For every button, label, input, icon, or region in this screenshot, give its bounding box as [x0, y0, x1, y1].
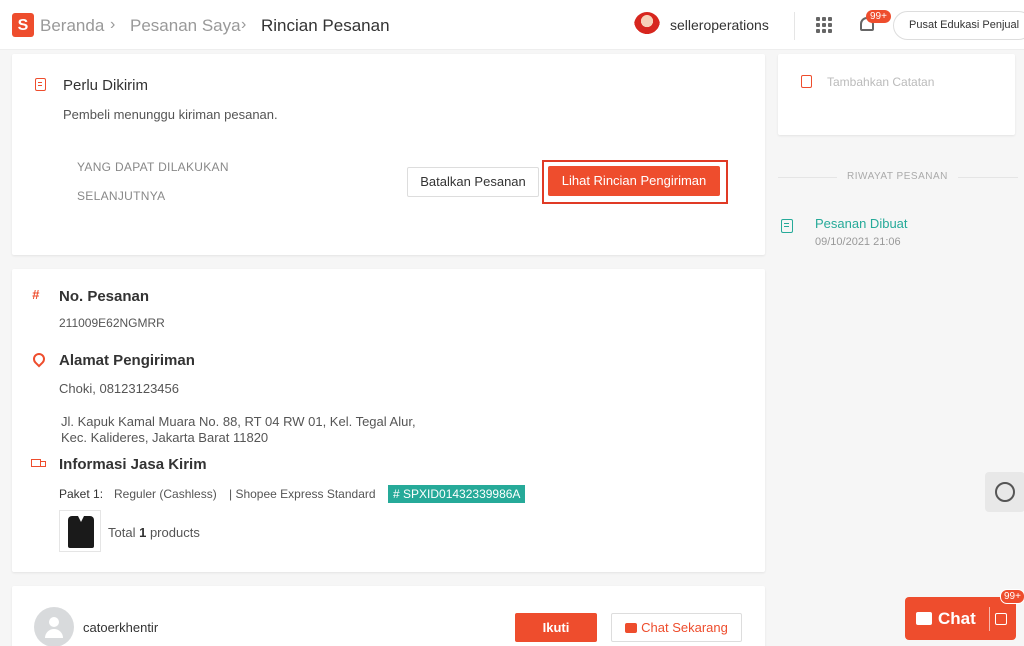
- order-history-title: RIWAYAT PESANAN: [837, 171, 958, 182]
- location-pin-icon: [30, 350, 48, 368]
- chat-label: Chat: [938, 609, 976, 628]
- avatar[interactable]: [634, 12, 660, 38]
- chat-now-button[interactable]: Chat Sekarang: [611, 613, 742, 642]
- truck-icon: [31, 459, 47, 469]
- breadcrumb-order-detail: Rincian Pesanan: [261, 16, 390, 35]
- address-line-2: Kec. Kalideres, Jakarta Barat 11820: [61, 430, 269, 445]
- total-products: Total 1 products: [108, 525, 200, 540]
- chat-icon: [625, 623, 638, 633]
- notification-badge: 99+: [866, 10, 891, 23]
- headset-icon: [995, 482, 1015, 502]
- add-note-card[interactable]: Tambahkan Catatan: [778, 54, 1015, 135]
- chat-bubble-icon: [916, 612, 932, 625]
- product-thumbnail[interactable]: [59, 510, 101, 552]
- tracking-number[interactable]: # SPXID01432339986A: [388, 485, 526, 503]
- order-number-title: No. Pesanan: [59, 288, 150, 305]
- next-actions-label-2: SELANJUTNYA: [77, 189, 166, 203]
- divider: [989, 607, 990, 631]
- address-title: Alamat Pengiriman: [59, 352, 195, 369]
- order-info-card: # No. Pesanan 211009E62NGMRR Alamat Peng…: [12, 269, 765, 572]
- breadcrumb-my-orders[interactable]: Pesanan Saya: [130, 16, 241, 36]
- account-username[interactable]: selleroperations: [670, 17, 769, 33]
- package-courier: | Shopee Express Standard: [229, 487, 376, 501]
- chat-widget-button[interactable]: Chat: [905, 597, 1016, 640]
- recipient-name-phone: Choki, 08123123456: [59, 381, 179, 396]
- order-status-card: Perlu Dikirim Pembeli menunggu kiriman p…: [12, 54, 765, 255]
- cancel-order-button[interactable]: Batalkan Pesanan: [407, 167, 539, 197]
- status-title: Perlu Dikirim: [63, 77, 149, 94]
- chat-badge: 99+: [1000, 589, 1024, 604]
- history-event: Pesanan Dibuat: [815, 216, 908, 231]
- package-label: Paket 1:: [59, 487, 104, 501]
- order-number-icon: #: [32, 287, 40, 302]
- chevron-right-icon: ›: [110, 16, 116, 33]
- expand-icon[interactable]: [995, 613, 1007, 625]
- clipboard-icon: [35, 78, 46, 91]
- chevron-right-icon: ›: [241, 16, 247, 33]
- status-subtitle: Pembeli menunggu kiriman pesanan.: [63, 107, 278, 122]
- shipping-info-title: Informasi Jasa Kirim: [59, 456, 207, 473]
- follow-button[interactable]: Ikuti: [515, 613, 597, 642]
- history-timestamp: 09/10/2021 21:06: [815, 236, 901, 248]
- apps-grid-icon[interactable]: [816, 17, 832, 33]
- buyer-card: catoerkhentir Ikuti Chat Sekarang: [12, 586, 765, 646]
- top-bar: S Beranda › Pesanan Saya › Rincian Pesan…: [0, 0, 1024, 50]
- buyer-avatar[interactable]: [34, 607, 74, 646]
- next-actions-label: YANG DAPAT DILAKUKAN: [77, 160, 229, 174]
- breadcrumb-home[interactable]: Beranda: [40, 16, 104, 36]
- buyer-username[interactable]: catoerkhentir: [83, 620, 158, 635]
- note-icon: [801, 75, 812, 88]
- address-line-1: Jl. Kapuk Kamal Muara No. 88, RT 04 RW 0…: [61, 414, 416, 429]
- customer-support-button[interactable]: [985, 472, 1024, 512]
- shirt-image: [68, 516, 94, 548]
- order-number-value: 211009E62NGMRR: [59, 316, 165, 330]
- view-shipping-details-button[interactable]: Lihat Rincian Pengiriman: [548, 166, 720, 196]
- package-service: Reguler (Cashless): [114, 487, 217, 501]
- seller-education-button[interactable]: Pusat Edukasi Penjual: [893, 11, 1024, 40]
- divider: [794, 12, 795, 40]
- shopee-logo-icon[interactable]: S: [12, 13, 34, 37]
- document-icon: [781, 219, 793, 233]
- add-note-label[interactable]: Tambahkan Catatan: [827, 75, 934, 89]
